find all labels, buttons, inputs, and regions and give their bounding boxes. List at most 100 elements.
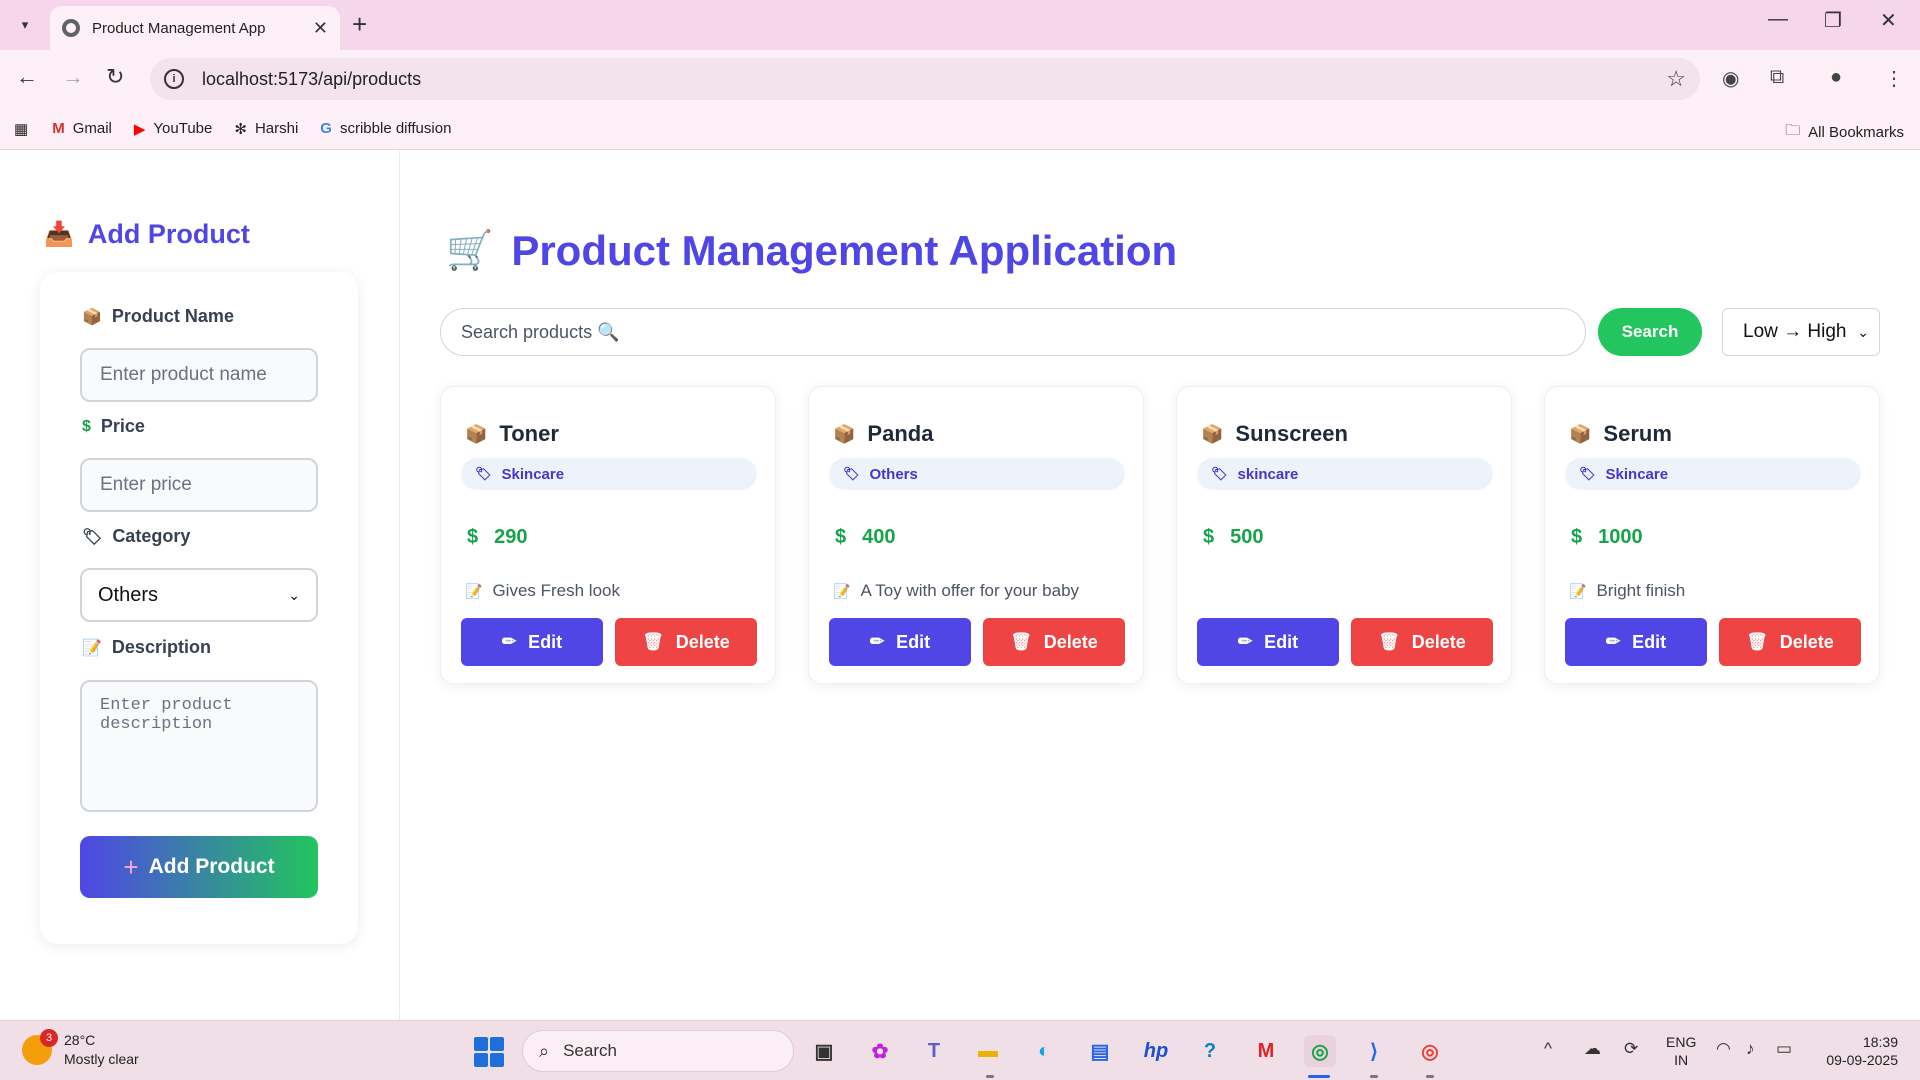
teams-icon[interactable]: T (918, 1035, 950, 1067)
store-icon[interactable]: ▤ (1084, 1035, 1116, 1067)
vscode-icon[interactable]: ⟩ (1358, 1035, 1390, 1067)
product-price: $ 500 (1203, 526, 1264, 549)
file-explorer-icon[interactable]: ▬ (972, 1035, 1004, 1067)
product-name: 📦 Toner (465, 421, 559, 447)
site-info-icon[interactable]: i (164, 69, 184, 89)
product-price: $ 400 (835, 526, 896, 549)
copilot-icon[interactable]: ✿ (864, 1035, 896, 1067)
apps-grid-icon[interactable]: ▦ (14, 120, 28, 138)
chrome-profile-icon[interactable]: ◎ (1414, 1035, 1446, 1067)
extensions-puzzle-icon[interactable]: ⧉ (1770, 66, 1784, 89)
add-product-button[interactable]: + Add Product (80, 836, 318, 898)
edit-button[interactable]: ✏ Edit (461, 618, 603, 666)
product-card: 📦 Panda 🏷 Others $ 400 📝 A Toy with offe… (808, 386, 1144, 684)
chrome-icon[interactable]: ◎ (1304, 1035, 1336, 1067)
product-price: $ 290 (467, 526, 528, 549)
onedrive-icon[interactable]: ☁ (1584, 1039, 1601, 1059)
system-clock[interactable]: 18:39 09-09-2025 (1816, 1033, 1898, 1069)
price-input[interactable] (80, 458, 318, 512)
delete-button-label: Delete (675, 631, 730, 652)
bookmark-harshi[interactable]: ✻ Harshi (234, 120, 298, 138)
weather-sun-icon: 3 (22, 1029, 58, 1065)
bookmark-label: Harshi (254, 120, 299, 137)
hp-icon[interactable]: hp (1140, 1035, 1172, 1067)
sync-icon[interactable]: ⟳ (1624, 1039, 1638, 1059)
browser-tab[interactable]: Product Management App ✕ (50, 6, 340, 50)
delete-button-label: Delete (1779, 631, 1834, 652)
category-select[interactable]: Others ⌄ (80, 568, 318, 622)
trash-icon: 🗑 (1010, 632, 1032, 651)
app-root: 📥 Add Product 📦 Product Name $ Price 🏷 C… (0, 151, 1920, 1020)
delete-button[interactable]: 🗑 Delete (615, 618, 757, 666)
price-text: 500 (1230, 526, 1264, 548)
forward-arrow-icon[interactable]: → (62, 64, 84, 90)
dollar-icon: $ (835, 526, 847, 548)
chevron-up-icon[interactable]: ^ (1544, 1039, 1552, 1059)
bookmark-youtube[interactable]: ▶ YouTube (134, 120, 213, 138)
wifi-icon[interactable]: ◠ (1716, 1039, 1731, 1059)
delete-button[interactable]: 🗑 Delete (1351, 618, 1493, 666)
product-name: 📦 Serum (1569, 421, 1672, 447)
sort-select[interactable]: Low → High ⌄ (1722, 308, 1880, 356)
help-icon[interactable]: ? (1194, 1035, 1226, 1067)
product-name-input[interactable] (80, 348, 318, 402)
minimize-icon[interactable]: — (1768, 8, 1788, 31)
notification-badge: 3 (40, 1029, 58, 1047)
task-view-icon[interactable]: ▣ (808, 1035, 840, 1067)
tag-icon: 🏷 (475, 466, 492, 481)
add-product-button-label: Add Product (148, 855, 275, 878)
taskbar-search[interactable]: ⌕ Search (522, 1030, 794, 1072)
dollar-icon: $ (467, 526, 479, 548)
edit-button[interactable]: ✏ Edit (1197, 618, 1339, 666)
search-input[interactable] (440, 308, 1586, 356)
page-title: 🛒 Product Management Application (446, 227, 1177, 275)
delete-button[interactable]: 🗑 Delete (1719, 618, 1861, 666)
battery-icon[interactable]: ▭ (1776, 1039, 1792, 1059)
windows-start-icon[interactable] (474, 1037, 504, 1067)
tab-search-chevron-icon[interactable]: ▾ (10, 12, 40, 38)
price-text: 290 (494, 526, 528, 548)
trash-icon: 🗑 (1746, 632, 1768, 651)
language-indicator[interactable]: ENG IN (1666, 1033, 1696, 1069)
description-textarea[interactable] (80, 680, 318, 812)
back-arrow-icon[interactable]: ← (16, 64, 38, 90)
category-badge: 🏷 skincare (1197, 458, 1493, 490)
edit-button[interactable]: ✏ Edit (1565, 618, 1707, 666)
restore-icon[interactable]: ❐ (1824, 8, 1842, 33)
url-text[interactable]: localhost:5173/api/products (202, 69, 1666, 90)
youtube-icon: ▶ (133, 120, 146, 138)
profile-avatar-icon[interactable]: ● (1830, 66, 1842, 89)
delete-button-label: Delete (1043, 631, 1098, 652)
close-window-icon[interactable]: ✕ (1880, 8, 1897, 33)
windows-taskbar: 3 28°C Mostly clear ⌕ Search ▣ ✿ T ▬ ◐ ▤… (0, 1020, 1920, 1080)
trash-icon: 🗑 (642, 632, 664, 651)
mcafee-icon[interactable]: M (1250, 1035, 1282, 1067)
delete-button[interactable]: 🗑 Delete (983, 618, 1125, 666)
package-icon: 📦 (1569, 423, 1592, 444)
tag-icon: 🏷 (1211, 466, 1228, 481)
bookmark-label: Gmail (72, 120, 112, 137)
all-bookmarks[interactable]: 🗀 All Bookmarks (1785, 120, 1904, 145)
weather-widget[interactable]: 3 28°C Mostly clear (22, 1029, 139, 1069)
volume-icon[interactable]: ♪ (1746, 1039, 1755, 1059)
label-text: Category (112, 526, 191, 546)
folder-icon: 🗀 (1785, 122, 1801, 139)
new-tab-plus-icon[interactable]: + (352, 10, 367, 38)
address-bar[interactable]: i localhost:5173/api/products ☆ (150, 58, 1700, 100)
search-button[interactable]: Search (1598, 308, 1702, 356)
menu-kebab-icon[interactable]: ⋮ (1884, 66, 1904, 91)
edit-button[interactable]: ✏ Edit (829, 618, 971, 666)
add-product-sidebar: 📥 Add Product 📦 Product Name $ Price 🏷 C… (0, 151, 400, 1020)
product-price: $ 1000 (1571, 526, 1643, 549)
bookmark-scribble-diffusion[interactable]: G scribble diffusion (320, 120, 451, 137)
close-tab-icon[interactable]: ✕ (313, 18, 328, 39)
edge-icon[interactable]: ◐ (1028, 1035, 1060, 1067)
openai-icon: ✻ (234, 120, 247, 138)
bookmark-gmail[interactable]: M Gmail (52, 120, 112, 137)
product-name-text: Sunscreen (1235, 421, 1348, 446)
reload-icon[interactable]: ↻ (106, 64, 124, 90)
account-sync-icon[interactable]: ◉ (1722, 66, 1739, 91)
bookmark-star-icon[interactable]: ☆ (1666, 66, 1686, 92)
google-icon: G (320, 120, 332, 137)
description-text: Gives Fresh look (492, 581, 620, 600)
